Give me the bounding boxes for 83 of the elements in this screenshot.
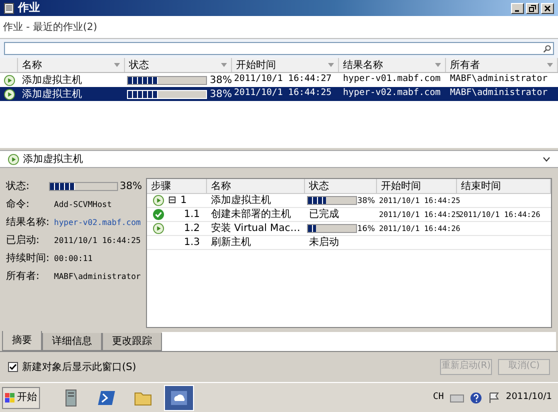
field-label: 命令: [6,198,30,212]
flag-icon[interactable] [488,392,500,404]
window-icon [4,2,14,14]
tab[interactable]: 摘要 [2,331,42,351]
result-link[interactable]: hyper-v02.mabf.com [54,216,141,228]
column-header[interactable]: 状态 [305,179,377,193]
result-name: hyper-v01.mabf.com [342,73,442,86]
step-name: 刷新主机 [210,236,252,250]
column-header[interactable]: 名称 [18,58,125,72]
play-icon [4,88,14,100]
progress-reading: 38% [357,194,375,206]
step-name: 安装 Virtual Mac… [210,222,302,236]
search-icon [543,44,551,52]
window-title: 作业 [18,0,40,16]
minimize-button[interactable] [511,2,524,14]
step-name: 添加虚拟主机 [210,194,272,208]
column-header[interactable]: 步骤 [147,179,207,193]
dropdown-icon [547,63,553,67]
checkbox[interactable] [8,362,18,372]
dropdown-icon [221,63,227,67]
column-header[interactable]: 结果名称 [339,58,446,72]
play-icon [153,195,164,206]
check-icon [153,209,164,220]
column-header[interactable]: 开始时间 [232,58,339,72]
chevron-icon [543,156,550,162]
tab[interactable]: 详细信息 [42,333,102,351]
play-icon [153,223,164,234]
column-header[interactable]: 状态 [125,58,232,72]
taskbar-app-icon[interactable] [164,384,194,410]
column-header[interactable]: 名称 [207,179,305,193]
step-name: 创建未部署的主机 [210,208,292,222]
job-name: 添加虚拟主机 [21,74,83,88]
progress-reading: 38% [210,88,232,102]
collapse-toggle[interactable]: ⊟ [168,193,176,208]
field-label: 结果名称: [6,216,50,230]
close-button[interactable] [541,2,554,14]
step-number: 1 [180,194,187,208]
column-header[interactable]: 结束时间 [457,179,551,193]
start-time: 2011/10/1 16:44:27 [233,73,333,86]
job-row[interactable]: 添加虚拟主机 38% 2011/10/1 16:44:25 hyper-v02.mabf.com MABF\administrator [0,87,558,101]
help-icon[interactable] [470,392,482,404]
column-header[interactable]: 所有者 [446,58,558,72]
language-indicator[interactable]: CH [433,390,444,404]
step-number: 1.1 [184,208,200,222]
play-icon [4,74,14,86]
field-label: 已启动: [6,234,40,248]
progress-reading: 38% [120,180,142,194]
dropdown-icon [435,63,441,67]
owner: MABF\administrator [449,87,549,100]
field-value: 00:00:11 [54,252,93,264]
start-button[interactable]: 开始 [2,386,40,408]
dropdown-icon [328,63,334,67]
field-label: 持续时间: [6,252,50,266]
step-number: 1.3 [184,236,200,250]
result-name: hyper-v02.mabf.com [342,87,442,100]
field-label: 所有者: [6,270,40,284]
owner: MABF\administrator [449,73,549,86]
breadcrumb: 作业 - 最近的作业(2) [3,22,98,33]
start-time: 2011/10/1 16:44:25 [233,87,333,100]
field-label: 状态: [6,180,30,194]
step-status: 未启动 [308,236,340,250]
detail-title: 添加虚拟主机 [23,152,83,166]
search-field[interactable] [4,42,554,55]
checkbox-label: 新建对象后显示此窗口(S) [22,360,136,374]
dropdown-icon [114,63,120,67]
tab[interactable]: 更改跟踪 [102,333,162,351]
progress-reading: 16% [357,222,375,234]
field-value: Add-SCVMHost [54,198,112,210]
step-status: 已完成 [308,208,340,222]
step-number: 1.2 [184,222,200,236]
job-name: 添加虚拟主机 [21,88,83,102]
progress-reading: 38% [210,74,232,88]
checkmark-icon [9,363,17,371]
play-icon [8,154,19,164]
restore-icon [529,4,536,12]
close-icon [544,4,551,12]
column-header[interactable]: 开始时间 [377,179,457,193]
field-value: 2011/10/1 16:44:25 [54,234,141,246]
job-row[interactable]: 添加虚拟主机 38% 2011/10/1 16:44:27 hyper-v01.mabf.com MABF\administrator [0,73,558,87]
field-value: MABF\administrator [54,270,141,282]
clock[interactable]: 2011/10/1 [506,390,552,404]
windows-logo-icon [5,392,15,402]
restore-button[interactable] [526,2,539,14]
